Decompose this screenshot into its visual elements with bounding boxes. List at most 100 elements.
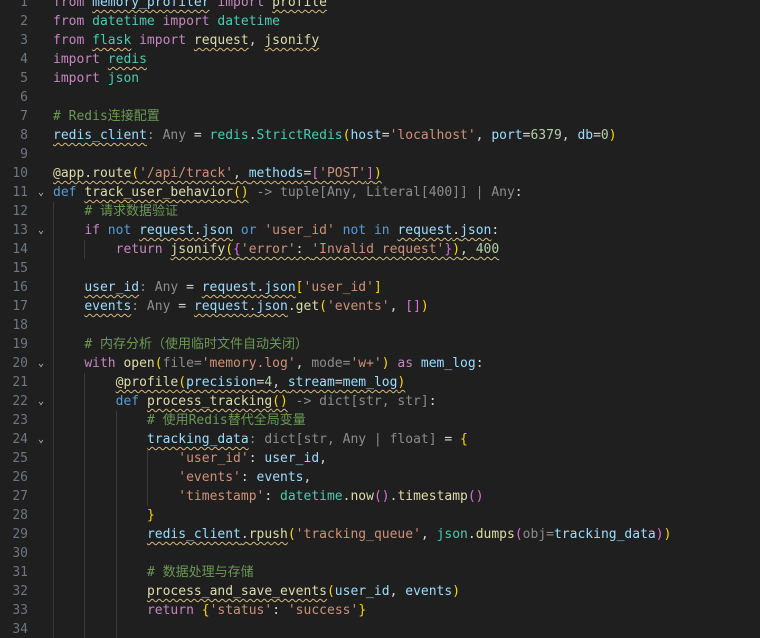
code-text[interactable]: 'events': events, [178, 468, 311, 487]
code-token: ] [366, 166, 374, 181]
code-text[interactable]: import json [53, 69, 139, 88]
code-line[interactable]: 5 import json [0, 69, 760, 88]
code-text[interactable]: from flask import request, jsonify [53, 31, 319, 50]
code-line[interactable]: 31 # 数据处理与存储 [0, 563, 760, 582]
code-text[interactable]: 'user_id': user_id, [178, 449, 327, 468]
code-token: () [233, 185, 249, 200]
indent-guide [115, 506, 117, 525]
code-line[interactable]: 15 [0, 259, 760, 278]
code-line[interactable]: 7 # Redis连接配置 [0, 107, 760, 126]
code-text[interactable]: process_and_save_events(user_id, events) [147, 582, 460, 601]
code-line[interactable]: 19 # 内存分析（使用临时文件自动关闭） [0, 335, 760, 354]
code-text[interactable]: # Redis连接配置 [53, 107, 160, 126]
code-token: mem_log [342, 375, 398, 390]
code-line[interactable]: 4 import redis [0, 50, 760, 69]
code-text[interactable]: def process_tracking() -> dict[str, str]… [116, 392, 437, 411]
code-line[interactable]: 28} [0, 506, 760, 525]
code-line[interactable]: 32 process_and_save_events(user_id, event… [0, 582, 760, 601]
code-line[interactable]: 10 @app.route('/api/track', methods=['POS… [0, 164, 760, 183]
code-text[interactable]: } [147, 506, 155, 525]
code-text[interactable]: import redis [53, 50, 147, 69]
code-token: open [123, 356, 155, 371]
indent-guide [53, 297, 54, 316]
indent-guide [115, 563, 117, 582]
code-text[interactable]: # 请求数据验证 [84, 202, 178, 221]
code-text[interactable]: tracking_data: dict[str, Any | float] = … [147, 430, 468, 449]
code-line[interactable]: 27 'timestamp': datetime.now().timestamp(… [0, 487, 760, 506]
code-line[interactable]: 2 from datetime import datetime [0, 12, 760, 31]
code-text[interactable]: user_id: Any = request.json['user_id'] [84, 278, 381, 297]
code-token: = [170, 299, 194, 314]
code-line[interactable]: 29 redis_client.rpush('tracking_queue', j… [0, 525, 760, 544]
code-token: , [272, 375, 288, 390]
code-text[interactable]: if not request.json or 'user_id' not in … [84, 221, 499, 240]
fold-chevron-icon[interactable]: ⌄ [35, 183, 47, 202]
code-line[interactable]: 26 'events': events, [0, 468, 760, 487]
code-text[interactable]: from datetime import datetime [53, 12, 280, 31]
code-line[interactable]: 17 events: Any = request.json.get('events… [0, 297, 760, 316]
code-token: . [248, 299, 257, 314]
code-token: [ [311, 166, 320, 181]
code-text[interactable]: # 数据处理与存储 [147, 563, 254, 582]
code-line[interactable]: 24 ⌄ tracking_data: dict[str, Any | float]… [0, 430, 760, 449]
code-token: . [248, 128, 257, 143]
code-token: 'memory.log' [201, 356, 296, 371]
code-line[interactable]: 20 ⌄ with open(file='memory.log', mode='w+… [0, 354, 760, 373]
code-line[interactable]: 22 ⌄ def process_tracking() -> dict[str, s… [0, 392, 760, 411]
code-line[interactable]: 14 return jsonify({'error': 'Invalid requ… [0, 240, 760, 259]
code-text[interactable]: redis_client.rpush('tracking_queue', jso… [147, 525, 671, 544]
code-token: '/api/track' [139, 166, 234, 181]
code-text[interactable]: return jsonify({'error': 'Invalid reques… [116, 240, 500, 259]
code-text[interactable]: with open(file='memory.log', mode='w+') … [84, 354, 483, 373]
indent-guide [115, 468, 117, 487]
code-line[interactable]: 25 'user_id': user_id, [0, 449, 760, 468]
code-text[interactable]: @profile(precision=4, stream=mem_log) [116, 373, 406, 392]
line-number: 20 [12, 356, 28, 371]
indent-guide [53, 392, 54, 411]
code-text[interactable]: # 使用Redis替代全局变量 [147, 411, 306, 430]
code-line[interactable]: 1 from memory_profiler import profile [0, 0, 760, 12]
code-line[interactable]: 13 ⌄ if not request.json or 'user_id' not … [0, 221, 760, 240]
line-number: 21 [12, 375, 28, 390]
fold-chevron-icon[interactable]: ⌄ [35, 221, 47, 240]
code-token: flask [92, 33, 132, 48]
fold-chevron-icon[interactable]: ⌄ [35, 392, 47, 411]
line-number: 26 [12, 470, 28, 485]
code-token: = [436, 432, 461, 447]
code-token: . [240, 527, 249, 542]
code-editor[interactable]: 1 from memory_profiler import profile 2 fro… [0, 0, 760, 638]
code-line[interactable]: 23 # 使用Redis替代全局变量 [0, 411, 760, 430]
code-token: ( [225, 242, 234, 257]
code-text[interactable]: 'timestamp': datetime.now().timestamp() [178, 487, 483, 506]
code-line[interactable]: 11 ⌄ def track_user_behavior() -> tuple[An… [0, 183, 760, 202]
code-line[interactable]: 18 [0, 316, 760, 335]
code-text[interactable]: @app.route('/api/track', methods=['POST'… [53, 164, 382, 183]
code-line[interactable]: 16 user_id: Any = request.json['user_id'] [0, 278, 760, 297]
code-text[interactable]: # 内存分析（使用临时文件自动关闭） [84, 335, 308, 354]
code-line[interactable]: 3 from flask import request, jsonify [0, 31, 760, 50]
code-token: ) [373, 166, 382, 181]
code-line[interactable]: 6 [0, 88, 760, 107]
code-token: , [561, 128, 578, 143]
code-token: , [389, 584, 406, 599]
code-line[interactable]: 8 redis_client: Any = redis.StrictRedis(h… [0, 126, 760, 145]
code-text[interactable]: events: Any = request.json.get('events',… [84, 297, 428, 316]
code-line[interactable]: 34 [0, 620, 760, 638]
code-text[interactable]: return {'status': 'success'} [147, 601, 366, 620]
code-line[interactable]: 21 @profile(precision=4, stream=mem_log) [0, 373, 760, 392]
fold-chevron-icon[interactable]: ⌄ [35, 354, 47, 373]
code-text[interactable]: from memory_profiler import profile [53, 0, 327, 12]
code-line[interactable]: 9 [0, 145, 760, 164]
code-token: [] [405, 299, 421, 314]
code-line[interactable]: 12 # 请求数据验证 [0, 202, 760, 221]
fold-chevron-icon[interactable]: ⌄ [35, 430, 47, 449]
code-text[interactable]: redis_client: Any = redis.StrictRedis(ho… [53, 126, 617, 145]
code-text[interactable]: def track_user_behavior() -> tuple[Any, … [53, 183, 523, 202]
code-token: jsonify [170, 242, 226, 257]
code-token: from [53, 14, 85, 29]
code-line[interactable]: 33 return {'status': 'success'} [0, 601, 760, 620]
indent-guide [115, 525, 117, 544]
code-line[interactable]: 30 [0, 544, 760, 563]
